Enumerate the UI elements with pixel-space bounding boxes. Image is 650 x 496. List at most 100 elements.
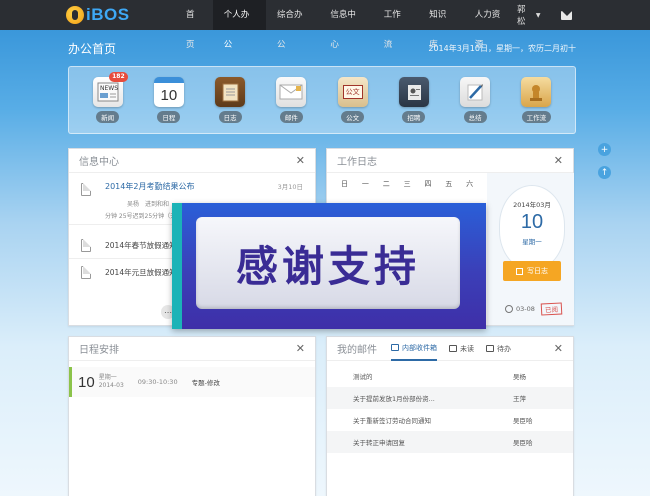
recruit-icon	[398, 77, 429, 107]
edit-icon	[516, 267, 523, 275]
weekday-label: 一	[361, 180, 369, 188]
mail-row[interactable]: 关于提前发放1月份部份资... 王萍	[327, 387, 573, 409]
schedule-date-meta: 星期一 2014-03	[99, 374, 124, 390]
document-icon	[81, 265, 91, 279]
log-foot-date: 03-08	[516, 305, 535, 313]
write-log-label: 写日志	[527, 267, 548, 275]
nav-item-home[interactable]: 首页	[175, 0, 213, 50]
diary-icon	[215, 77, 246, 107]
mail-sender: 吴臣哈	[513, 439, 533, 447]
inbox-icon	[391, 344, 399, 351]
app-news[interactable]: NEWS 182 新闻	[86, 72, 130, 123]
document-icon: 公文	[337, 77, 368, 107]
news-item-title: 2014年春节放假通知	[105, 241, 177, 250]
date-card-year-month: 2014年03月	[513, 201, 551, 209]
nav-item-info-center[interactable]: 信息中心	[319, 0, 372, 50]
app-label: 新闻	[96, 111, 120, 123]
tab-label: 未读	[460, 344, 474, 353]
app-label: 工作流	[521, 111, 552, 123]
edit-icon	[449, 345, 457, 352]
close-icon[interactable]: ✕	[296, 155, 305, 166]
page-title: 办公首页	[68, 41, 117, 56]
app-summary[interactable]: 总结	[453, 77, 497, 123]
mail-subject: 关于转正申请回复	[353, 439, 405, 447]
logo[interactable]: iBOS	[66, 5, 171, 25]
envelope-icon	[276, 77, 307, 107]
weekday-label: 五	[445, 180, 453, 188]
weekday-label: 三	[403, 180, 411, 188]
scroll-top-button[interactable]: ↑	[598, 166, 611, 179]
panel-title: 工作日志	[337, 157, 377, 168]
document-icon-text: 公文	[342, 85, 363, 99]
schedule-title: 专题-修改	[191, 379, 220, 387]
close-icon[interactable]: ✕	[554, 343, 563, 354]
featured-news-title[interactable]: 2014年2月考勤结果公布	[105, 181, 194, 192]
workflow-icon	[521, 77, 552, 107]
featured-news-snippet: 进到和和	[144, 201, 169, 208]
news-item-title: 2014年元旦放假通知	[105, 267, 177, 277]
nav-item-general-office[interactable]: 综合办公	[266, 0, 319, 50]
mail-subject: 测试的	[353, 373, 373, 381]
mail-header: 我的邮件 内部收件箱 未读 待办 ✕	[327, 337, 573, 361]
tab-unread[interactable]: 未读	[449, 337, 474, 361]
close-icon[interactable]: ✕	[296, 343, 305, 354]
news-count-badge: 182	[109, 72, 128, 82]
chevron-down-icon: ▼	[535, 11, 541, 19]
schedule-entry[interactable]: 10 星期一 2014-03 09:30-10:30 专题-修改	[69, 367, 315, 397]
nav-item-personal-office[interactable]: 个人办公	[212, 0, 267, 50]
banner-accent-strip	[172, 203, 182, 329]
app-official-document[interactable]: 公文 公文	[331, 77, 375, 123]
calendar-weekdays: 日 一 二 三 四 五 六	[327, 173, 487, 189]
tab-label: 内部收件箱	[402, 343, 437, 352]
app-calendar[interactable]: 10 日程	[147, 77, 191, 123]
app-mail[interactable]: 邮件	[269, 77, 313, 123]
log-footer: 03-08 已阅	[505, 302, 563, 316]
user-menu[interactable]: 郭松 ▼	[517, 3, 541, 27]
tab-inbox[interactable]: 内部收件箱	[391, 337, 437, 361]
mail-icon[interactable]	[560, 10, 572, 20]
mail-panel: 我的邮件 内部收件箱 未读 待办 ✕ 测试的 吴杨 关于提前发放1月份部份资..…	[326, 336, 574, 496]
svg-text:NEWS: NEWS	[100, 85, 118, 92]
panel-header: 日程安排 ✕	[69, 337, 315, 361]
mail-subject: 关于提前发放1月份部份资...	[353, 395, 435, 403]
nav-item-workflow[interactable]: 工作流	[373, 0, 419, 50]
thanks-banner: 感谢支持	[172, 203, 486, 329]
tab-todo[interactable]: 待办	[486, 337, 511, 361]
nav-item-knowledge-base[interactable]: 知识库	[418, 0, 464, 50]
banner-text: 感谢支持	[235, 241, 420, 291]
close-icon[interactable]: ✕	[554, 155, 563, 166]
weekday-label: 六	[466, 180, 474, 188]
app-workflow[interactable]: 工作流	[514, 77, 558, 123]
schedule-weekday: 星期一	[98, 374, 117, 381]
mail-row[interactable]: 关于转正申请回复 吴臣哈	[327, 431, 573, 453]
schedule-time: 09:30-10:30	[137, 378, 178, 386]
app-label: 总结	[463, 111, 487, 123]
panel-title: 我的邮件	[337, 345, 377, 356]
mail-row[interactable]: 测试的 吴杨	[327, 365, 573, 387]
panel-header: 信息中心 ✕	[69, 149, 315, 173]
tab-label: 待办	[497, 344, 511, 353]
mail-sender: 吴杨	[513, 373, 526, 381]
app-label: 邮件	[279, 111, 303, 123]
schedule-panel: 日程安排 ✕ 10 星期一 2014-03 09:30-10:30 专题-修改	[68, 336, 316, 496]
weekday-label: 二	[382, 180, 390, 188]
featured-news-date: 3月10日	[277, 183, 303, 191]
today-date-card: 2014年03月 10 星期一	[499, 185, 565, 271]
top-nav-bar: iBOS 首页 个人办公 综合办公 信息中心 工作流 知识库 人力资源 郭松 ▼	[0, 0, 650, 50]
weekday-label: 日	[341, 180, 348, 188]
app-recruit[interactable]: 招聘	[392, 77, 436, 123]
date-card-day: 10	[520, 211, 544, 233]
summary-icon	[460, 77, 491, 107]
panel-title: 日程安排	[79, 345, 119, 356]
user-name: 郭松	[517, 5, 526, 27]
add-widget-button[interactable]: +	[598, 143, 611, 156]
nav-item-hr[interactable]: 人力资源	[464, 0, 517, 50]
write-log-button[interactable]: 写日志	[503, 261, 561, 281]
featured-news-author: 吴杨	[127, 201, 140, 208]
weekday-label: 四	[424, 180, 432, 188]
mail-row[interactable]: 关于重新签订劳动合同通知 吴臣哈	[327, 409, 573, 431]
app-diary[interactable]: 日志	[208, 77, 252, 123]
clock-icon	[505, 305, 513, 313]
logo-text: iBOS	[86, 5, 130, 24]
read-stamp: 已阅	[540, 302, 563, 316]
